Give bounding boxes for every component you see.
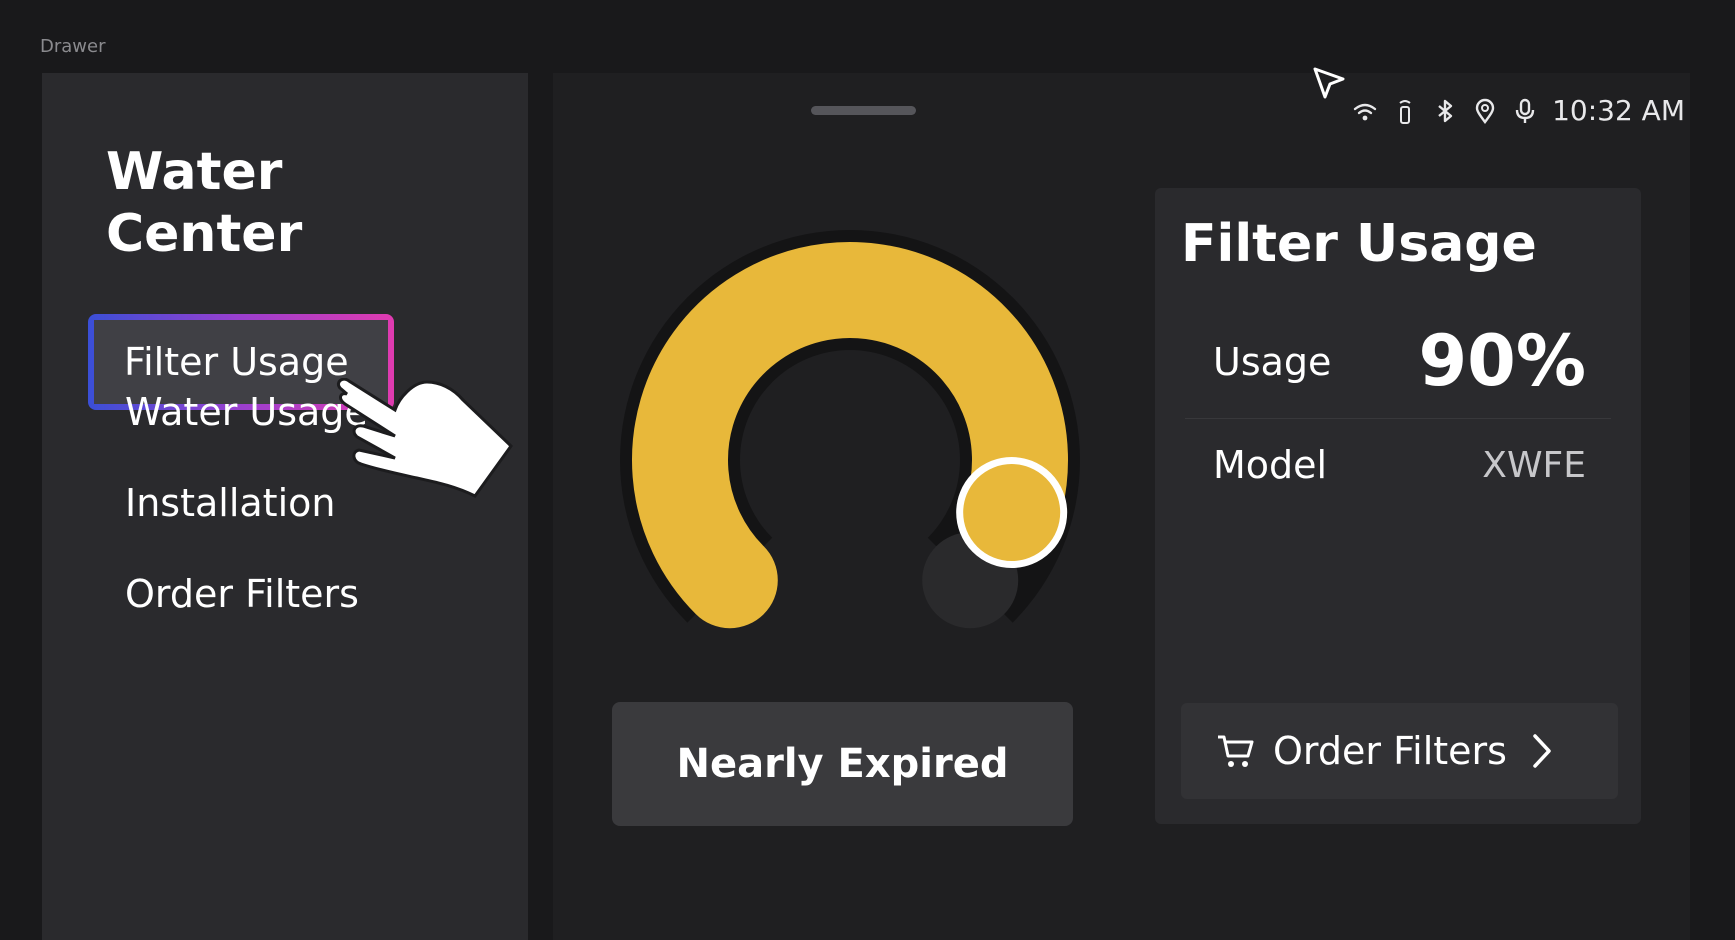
card-divider (1185, 418, 1611, 419)
gauge-knob (956, 457, 1068, 569)
filter-status-text: Nearly Expired (676, 741, 1009, 787)
sidebar-title: Water Center (106, 141, 466, 265)
shopping-cart-icon (1218, 735, 1254, 767)
card-title: Filter Usage (1181, 214, 1537, 274)
remote-icon (1399, 99, 1411, 124)
usage-value: 90% (1418, 320, 1586, 402)
drawer-drag-handle[interactable] (811, 106, 916, 115)
model-value: XWFE (1482, 445, 1586, 486)
order-filters-button[interactable]: Order Filters (1181, 703, 1618, 799)
sidebar-title-line1: Water (106, 142, 283, 202)
chevron-right-icon (1533, 734, 1551, 768)
app-frame: Drawer Water Center Filter Usage Water U… (0, 0, 1735, 940)
usage-label: Usage (1213, 340, 1332, 384)
status-time: 10:32 AM (1552, 94, 1685, 127)
sidebar-title-line2: Center (106, 204, 303, 264)
microphone-icon (1515, 98, 1535, 123)
sidebar-item-label: Order Filters (125, 572, 359, 616)
sidebar-item-label: Filter Usage (124, 340, 349, 384)
cursor-arrow-icon (1313, 67, 1345, 99)
sidebar-drawer: Water Center Filter Usage Water Usage In… (42, 73, 528, 940)
sidebar-item-installation[interactable]: Installation (125, 481, 335, 525)
pointing-hand-icon (336, 378, 513, 498)
filter-usage-gauge (620, 229, 1080, 629)
bluetooth-icon (1438, 99, 1453, 122)
sidebar-item-label: Installation (125, 481, 336, 525)
location-icon (1475, 98, 1495, 124)
filter-status-label: Nearly Expired (612, 702, 1073, 826)
sidebar-item-order-filters[interactable]: Order Filters (125, 572, 359, 616)
wifi-icon (1353, 103, 1377, 120)
model-label: Model (1213, 443, 1328, 487)
filter-usage-card: Filter Usage Usage 90% Model XWFE Order … (1155, 188, 1641, 824)
order-filters-label: Order Filters (1273, 729, 1507, 773)
window-label: Drawer (40, 36, 106, 57)
sidebar-item-label: Water Usage (125, 390, 368, 434)
status-bar: 10:32 AM (1352, 94, 1685, 127)
sidebar-item-water-usage[interactable]: Water Usage (125, 390, 368, 434)
